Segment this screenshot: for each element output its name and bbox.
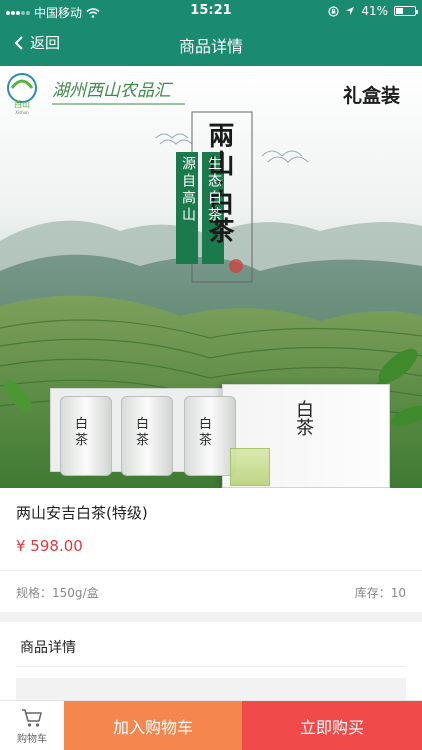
product-detail-page: 中国移动 15:21 41% 返回 商品详情 西山 Xishan 湖州西山农品汇…	[0, 0, 422, 750]
product-stock: 库存：10	[354, 586, 406, 600]
tin-label: 白茶	[199, 417, 213, 448]
product-price: ¥ 598.00	[16, 537, 83, 555]
banner-slogan-right: 生态白茶	[206, 156, 222, 224]
divider	[16, 666, 406, 667]
bottom-action-bar: 购物车 加入购物车 立即购买	[0, 700, 422, 750]
logo-subtext: Xishan	[15, 110, 29, 115]
tin-label: 白茶	[75, 417, 89, 448]
battery-icon	[394, 6, 418, 16]
product-spec: 规格：150g/盒	[16, 586, 99, 600]
gift-box-label: 礼盒装	[343, 84, 400, 107]
header: 中国移动 15:21 41% 返回 商品详情	[0, 0, 422, 66]
status-right: 41%	[328, 4, 418, 18]
tea-tin: 白茶	[184, 396, 236, 476]
tea-tin: 白茶	[121, 396, 173, 476]
orientation-lock-icon	[328, 5, 339, 17]
product-image[interactable]: 西山 Xishan 湖州西山农品汇 礼盒装 兩山·白茶 源自高山 生态白茶 白茶…	[0, 66, 422, 488]
tin-label: 白茶	[136, 417, 150, 448]
page-title: 商品详情	[178, 37, 243, 56]
detail-title: 商品详情	[20, 640, 76, 656]
status-bar: 中国移动 15:21 41%	[0, 0, 422, 22]
divider	[0, 570, 422, 571]
brand-name: 湖州西山农品汇	[52, 81, 174, 101]
battery-percent: 41%	[361, 4, 388, 18]
tea-tin: 白茶	[60, 396, 112, 476]
logo-text: 西山	[14, 99, 30, 109]
buy-now-button[interactable]: 立即购买	[242, 701, 422, 750]
tea-leaves-cup	[230, 448, 270, 486]
cart-icon	[22, 708, 42, 727]
product-name: 两山安吉白茶(特级)	[16, 504, 148, 522]
battery-fill	[396, 8, 404, 14]
add-to-cart-button[interactable]: 加入购物车	[64, 701, 242, 750]
nav-bar: 返回 商品详情	[0, 22, 422, 66]
banner-slogan-left: 源自高山	[180, 156, 196, 224]
product-info: 两山安吉白茶(特级) ¥ 598.00 规格：150g/盒 库存：10	[0, 488, 422, 612]
gift-box-title: 白茶	[293, 400, 314, 436]
cart-label: 购物车	[17, 733, 47, 745]
location-icon	[346, 7, 355, 15]
cart-button[interactable]: 购物车	[0, 701, 64, 750]
